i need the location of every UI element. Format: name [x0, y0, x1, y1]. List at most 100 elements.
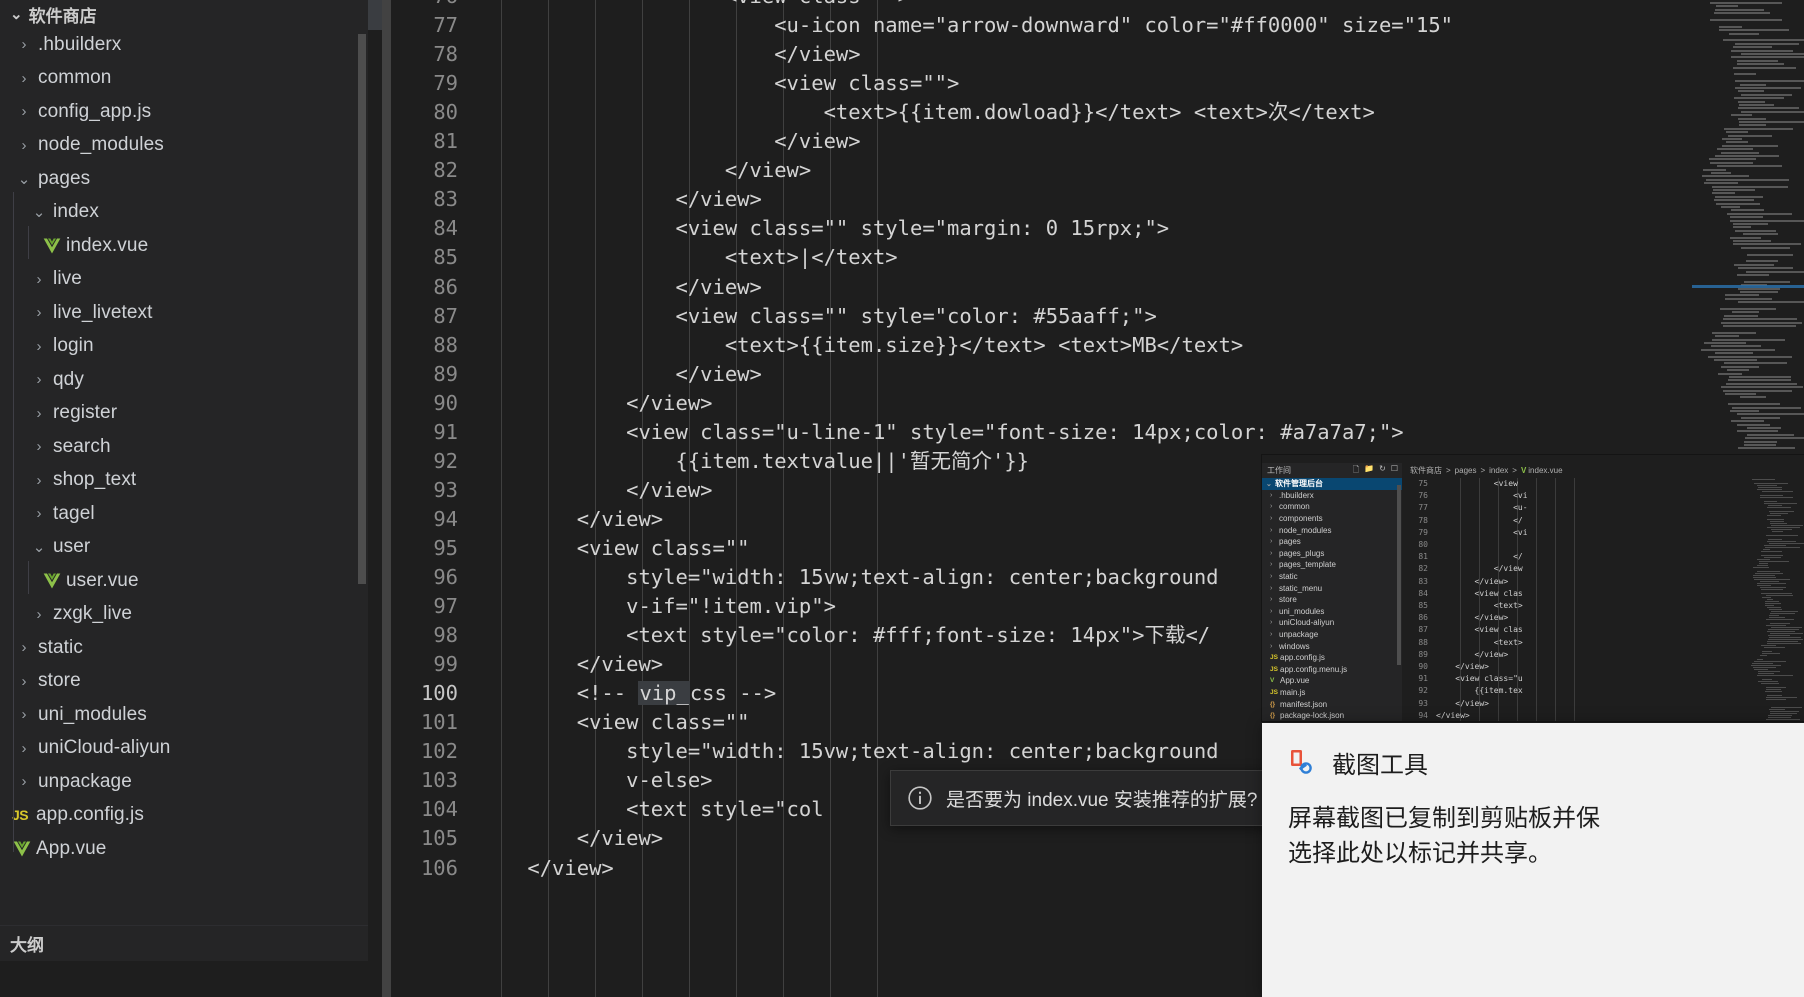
- chevron-right-icon[interactable]: ›: [27, 438, 51, 455]
- chevron-right-icon[interactable]: ›: [1270, 550, 1279, 557]
- tree-item-app-vue[interactable]: App.vue: [0, 832, 368, 866]
- nested-explorer-toolbar[interactable]: 🗋 📁 ↻ ☐: [1353, 464, 1398, 478]
- code-line[interactable]: 76 <view class="">: [391, 0, 1804, 11]
- nested-minimap[interactable]: [1748, 478, 1804, 721]
- nested-tree-item[interactable]: › uniCloud-aliyun: [1262, 617, 1402, 629]
- tree-item-user-vue[interactable]: user.vue: [0, 564, 368, 598]
- tree-item--hbuilderx[interactable]: › .hbuilderx: [0, 28, 368, 62]
- tree-item-register[interactable]: › register: [0, 397, 368, 431]
- code-line[interactable]: 89 </view>: [391, 360, 1804, 389]
- chevron-right-icon[interactable]: ›: [1270, 503, 1279, 510]
- outline-panel-header[interactable]: 大纲: [0, 925, 368, 961]
- nested-tree-item[interactable]: JS app.config.js: [1262, 652, 1402, 664]
- chevron-right-icon[interactable]: ›: [12, 706, 36, 723]
- chevron-right-icon[interactable]: ›: [1270, 608, 1279, 615]
- tree-item-static[interactable]: › static: [0, 631, 368, 665]
- nested-tree-item[interactable]: › static_menu: [1262, 582, 1402, 594]
- chevron-right-icon[interactable]: ›: [12, 36, 36, 53]
- code-line[interactable]: 78 </view>: [391, 40, 1804, 69]
- tree-item-live-livetext[interactable]: › live_livetext: [0, 296, 368, 330]
- code-line[interactable]: 84 <view class="" style="margin: 0 15rpx…: [391, 214, 1804, 243]
- tree-item-store[interactable]: › store: [0, 665, 368, 699]
- editor-left-scrollbar[interactable]: [382, 0, 391, 997]
- chevron-right-icon[interactable]: ›: [27, 371, 51, 388]
- code-line[interactable]: 85 <text>|</text>: [391, 243, 1804, 272]
- nested-tree-item[interactable]: › store: [1262, 594, 1402, 606]
- tree-item-qdy[interactable]: › qdy: [0, 363, 368, 397]
- code-line[interactable]: 86 </view>: [391, 273, 1804, 302]
- code-line[interactable]: 79 <view class="">: [391, 69, 1804, 98]
- code-line[interactable]: 77 <u-icon name="arrow-downward" color="…: [391, 11, 1804, 40]
- refresh-icon[interactable]: ↻: [1379, 464, 1386, 478]
- minimap-current-line-marker[interactable]: [1692, 285, 1804, 288]
- snipping-tool-line2[interactable]: 选择此处以标记并共享。: [1288, 837, 1778, 872]
- tree-item-common[interactable]: › common: [0, 62, 368, 96]
- tree-item-unpackage[interactable]: › unpackage: [0, 765, 368, 799]
- nested-tree-item[interactable]: JS app.config.menu.js: [1262, 664, 1402, 676]
- nested-tree-item[interactable]: › .hbuilderx: [1262, 490, 1402, 502]
- tree-item-config-app-js[interactable]: › config_app.js: [0, 95, 368, 129]
- chevron-down-icon[interactable]: ⌄: [27, 203, 51, 221]
- snipping-tool-notification[interactable]: 截图工具 屏幕截图已复制到剪贴板并保 选择此处以标记并共享。: [1262, 723, 1804, 997]
- chevron-right-icon[interactable]: ›: [1270, 538, 1279, 545]
- nested-tree-item[interactable]: › common: [1262, 501, 1402, 513]
- tree-item-pages[interactable]: ⌄ pages: [0, 162, 368, 196]
- nested-tree-item[interactable]: {} manifest.json: [1262, 698, 1402, 710]
- file-tree[interactable]: › .hbuilderx › common › config_app.js › node_mo…: [0, 28, 368, 866]
- extension-recommendation-toast[interactable]: 是否要为 index.vue 安装推荐的扩展?: [890, 770, 1270, 826]
- chevron-right-icon[interactable]: ›: [12, 773, 36, 790]
- collapse-all-icon[interactable]: ☐: [1391, 464, 1398, 478]
- code-line[interactable]: 81 </view>: [391, 127, 1804, 156]
- breadcrumb-item[interactable]: pages: [1455, 466, 1477, 475]
- chevron-down-icon[interactable]: ⌄: [10, 5, 23, 23]
- tree-item-uni-modules[interactable]: › uni_modules: [0, 698, 368, 732]
- tree-item-index[interactable]: ⌄ index: [0, 196, 368, 230]
- nested-tree-item[interactable]: V App.vue: [1262, 675, 1402, 687]
- breadcrumb-item[interactable]: Vindex.vue: [1521, 466, 1563, 475]
- breadcrumb-item[interactable]: 软件商店: [1410, 465, 1442, 476]
- nested-tree-item[interactable]: › node_modules: [1262, 524, 1402, 536]
- chevron-right-icon[interactable]: ›: [12, 137, 36, 154]
- chevron-right-icon[interactable]: ›: [27, 472, 51, 489]
- code-line[interactable]: 87 <view class="" style="color: #55aaff;…: [391, 302, 1804, 331]
- nested-tree-item[interactable]: › windows: [1262, 640, 1402, 652]
- nested-tree-item[interactable]: › pages_plugs: [1262, 548, 1402, 560]
- nested-tree-item[interactable]: › uni_modules: [1262, 606, 1402, 618]
- code-line[interactable]: 88 <text>{{item.size}}</text> <text>MB</…: [391, 331, 1804, 360]
- code-line[interactable]: 91 <view class="u-line-1" style="font-si…: [391, 418, 1804, 447]
- new-folder-icon[interactable]: 📁: [1364, 464, 1374, 478]
- nested-sidebar-scrollbar[interactable]: [1397, 485, 1401, 665]
- chevron-right-icon[interactable]: ›: [1270, 573, 1279, 580]
- tree-item-app-config-js[interactable]: JS app.config.js: [0, 799, 368, 833]
- nested-tree-item[interactable]: JS main.js: [1262, 687, 1402, 699]
- chevron-right-icon[interactable]: ›: [1270, 643, 1279, 650]
- chevron-right-icon[interactable]: ›: [27, 505, 51, 522]
- chevron-down-icon[interactable]: ⌄: [12, 170, 36, 188]
- nested-breadcrumb[interactable]: 软件商店 > pages > index > Vindex.vue: [1406, 463, 1804, 478]
- chevron-right-icon[interactable]: ›: [27, 405, 51, 422]
- chevron-right-icon[interactable]: ›: [12, 740, 36, 757]
- code-line[interactable]: 82 </view>: [391, 156, 1804, 185]
- nested-tree-item[interactable]: › pages: [1262, 536, 1402, 548]
- chevron-right-icon[interactable]: ›: [12, 103, 36, 120]
- nested-file-tree[interactable]: › .hbuilderx › common › components › node_modul…: [1262, 490, 1402, 721]
- chevron-right-icon[interactable]: ›: [1270, 619, 1279, 626]
- nested-tree-item[interactable]: › components: [1262, 513, 1402, 525]
- tree-item-login[interactable]: › login: [0, 330, 368, 364]
- nested-tree-item[interactable]: › unpackage: [1262, 629, 1402, 641]
- breadcrumb-item[interactable]: index: [1489, 466, 1508, 475]
- chevron-right-icon[interactable]: ›: [1270, 596, 1279, 603]
- chevron-right-icon[interactable]: ›: [1270, 527, 1279, 534]
- nested-tree-item[interactable]: › pages_template: [1262, 559, 1402, 571]
- chevron-right-icon[interactable]: ›: [27, 304, 51, 321]
- tree-item-tagel[interactable]: › tagel: [0, 497, 368, 531]
- tree-item-shop-text[interactable]: › shop_text: [0, 464, 368, 498]
- chevron-right-icon[interactable]: ›: [12, 639, 36, 656]
- tree-item-user[interactable]: ⌄ user: [0, 531, 368, 565]
- chevron-right-icon[interactable]: ›: [1270, 492, 1279, 499]
- new-file-icon[interactable]: 🗋: [1353, 464, 1359, 478]
- tree-item-node-modules[interactable]: › node_modules: [0, 129, 368, 163]
- chevron-right-icon[interactable]: ›: [1270, 585, 1279, 592]
- sidebar-scrollbar[interactable]: [358, 34, 366, 584]
- code-line[interactable]: 83 </view>: [391, 185, 1804, 214]
